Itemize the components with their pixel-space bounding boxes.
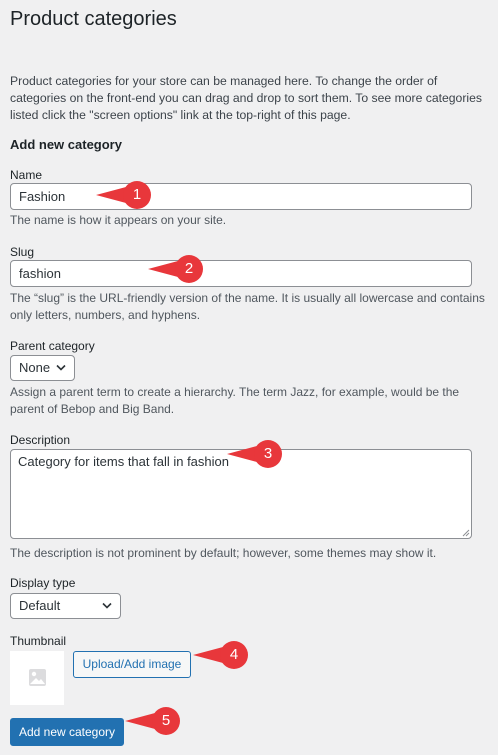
display-type-label: Display type — [10, 576, 76, 590]
form-heading: Add new category — [10, 137, 122, 152]
parent-category-select[interactable]: None — [10, 355, 75, 381]
name-label: Name — [10, 168, 43, 182]
thumbnail-preview — [10, 651, 64, 705]
parent-category-help: Assign a parent term to create a hierarc… — [10, 385, 460, 416]
display-type-selected: Default — [19, 598, 61, 613]
image-placeholder-icon — [29, 669, 46, 686]
callout-marker-5: 5 — [123, 706, 181, 736]
slug-help: The “slug” is the URL-friendly version o… — [10, 291, 485, 322]
display-type-select[interactable]: Default — [10, 593, 121, 619]
callout-marker-4: 4 — [191, 640, 249, 670]
description-help: The description is not prominent by defa… — [10, 546, 437, 560]
callout-3-number: 3 — [263, 445, 273, 462]
add-new-category-button[interactable]: Add new category — [10, 718, 124, 746]
callout-2-number: 2 — [184, 260, 194, 277]
page-title: Product categories — [10, 8, 177, 30]
slug-label: Slug — [10, 245, 35, 259]
parent-category-label: Parent category — [10, 339, 95, 353]
callout-4-number: 4 — [229, 646, 239, 663]
resize-handle-icon[interactable] — [462, 529, 470, 537]
callout-marker-3: 3 — [225, 439, 283, 469]
name-help: The name is how it appears on your site. — [10, 213, 227, 227]
callout-marker-1: 1 — [94, 180, 152, 210]
chevron-down-icon — [102, 602, 112, 609]
callout-marker-2: 2 — [146, 254, 204, 284]
slug-input[interactable] — [10, 260, 472, 287]
callout-5-number: 5 — [161, 712, 171, 729]
name-input[interactable] — [10, 183, 472, 210]
page-intro: Product categories for your store can be… — [10, 74, 482, 122]
product-categories-page: Product categories Product categories fo… — [0, 0, 498, 755]
callout-1-number: 1 — [132, 186, 142, 203]
description-label: Description — [10, 433, 71, 447]
parent-category-selected: None — [19, 360, 51, 375]
chevron-down-icon — [56, 364, 66, 371]
upload-add-image-button[interactable]: Upload/Add image — [73, 651, 191, 678]
thumbnail-label: Thumbnail — [10, 634, 67, 648]
